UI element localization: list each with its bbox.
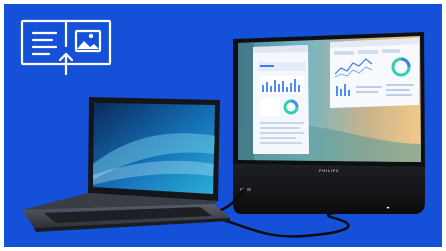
scene-graphic: PHILIPS [20,19,425,238]
laptop [22,97,230,232]
portable-monitor: PHILIPS [233,32,425,214]
dual-screen-extend-icon [20,19,112,76]
usb-c-port [247,188,251,191]
product-scene: PHILIPS [4,4,442,247]
monitor-window-right [330,38,419,108]
monitor-window-left [253,45,309,154]
monitor-brand-label: PHILIPS [319,169,339,173]
